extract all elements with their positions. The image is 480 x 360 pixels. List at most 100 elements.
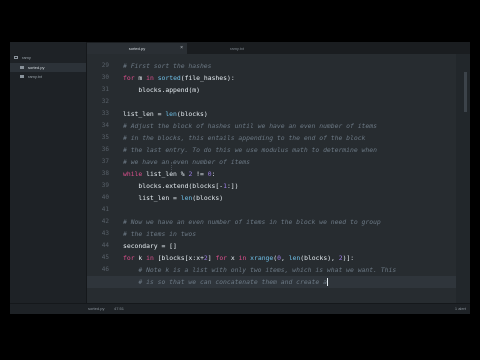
line-number: 34 (101, 122, 109, 129)
line-number: 38 (101, 170, 109, 177)
code-token: != (192, 170, 208, 178)
code-token: secondary (123, 242, 158, 250)
tree-file-ramy-txt[interactable]: ramy.txt (10, 72, 86, 81)
tree-label: ramy.txt (28, 74, 42, 79)
code-token: file_hashes (184, 74, 227, 82)
line-number: 36 (101, 146, 109, 153)
builtin-token: len (288, 254, 301, 262)
tab-ramy-txt[interactable]: ramy.txt (187, 43, 287, 54)
code-token: blocks (161, 254, 185, 262)
line-number: 42 (101, 218, 109, 225)
code-token: blocks (138, 86, 162, 94)
code-area[interactable]: # First sort the hashes for m in sorted(f… (87, 54, 456, 304)
file-icon (20, 75, 24, 79)
code-line[interactable]: # we have an even number of items (123, 156, 250, 168)
text-cursor (326, 278, 328, 286)
line-number: 44 (101, 242, 109, 249)
code-token: [- (215, 182, 224, 190)
builtin-token: sorted (157, 74, 181, 82)
close-icon[interactable]: × (180, 43, 183, 54)
tab-bar: sorted.py × ramy.txt (87, 42, 470, 54)
line-number: 41 (101, 206, 109, 213)
keyword-token: for (123, 254, 135, 262)
code-line[interactable]: # Note k is a list with only two items, … (123, 264, 396, 276)
code-line[interactable]: # First sort the hashes (123, 60, 212, 72)
line-number: 46 (101, 266, 109, 273)
code-token: blocks (304, 254, 328, 262)
keyword-token: while (123, 170, 143, 178)
code-line[interactable]: # is so that we can concatenate them and… (87, 276, 456, 288)
code-token: [ (153, 254, 162, 262)
folder-icon (14, 56, 18, 60)
code-token: list_len (123, 110, 154, 118)
code-line[interactable]: list_len = len(blocks) (123, 108, 208, 120)
builtin-token: len (180, 194, 193, 202)
code-line[interactable]: blocks.extend(blocks[-1:]) (123, 180, 239, 192)
keyword-token: in (146, 254, 154, 262)
code-token: % (176, 170, 189, 178)
code-line[interactable]: # in the blocks, this entails appending … (123, 132, 365, 144)
file-icon (20, 66, 24, 70)
status-alert[interactable]: 1 alert (455, 304, 466, 314)
status-file-name[interactable]: sorted.py (88, 304, 104, 314)
scroll-thumb[interactable] (464, 72, 467, 112)
vertical-scrollbar[interactable] (462, 54, 470, 304)
editor-window: ramy sorted.py ramy.txt sorted.py × ramy… (10, 42, 470, 314)
code-token: ) (219, 194, 224, 202)
code-line[interactable]: # the items in twos (123, 228, 196, 240)
project-tree-panel: ramy sorted.py ramy.txt (10, 42, 87, 304)
line-number-gutter: 29303132333435363738394041424344454647 (87, 54, 109, 304)
line-number: 29 (101, 62, 109, 69)
builtin-token: xrange (250, 254, 274, 262)
code-token: blocks (192, 182, 216, 190)
code-line[interactable]: # Now we have an even number of items in… (123, 216, 381, 228)
code-line[interactable]: while list_len % 2 != 0: (123, 168, 215, 180)
code-token: blocks (196, 194, 220, 202)
code-token: = (153, 110, 166, 118)
tree-label: sorted.py (28, 65, 45, 70)
keyword-token: in (146, 74, 154, 82)
code-line[interactable]: secondary = [] (123, 240, 177, 252)
code-line[interactable]: # the last entry. To do this we use modu… (123, 144, 377, 156)
code-token: :]) (226, 182, 239, 190)
keyword-token: for (123, 74, 135, 82)
code-token: = [] (157, 242, 177, 250)
tab-sorted-py[interactable]: sorted.py × (87, 43, 187, 54)
tree-label: ramy (22, 55, 31, 60)
code-token: extend (165, 182, 189, 190)
builtin-token: len (165, 110, 177, 118)
code-token: ) (196, 86, 201, 94)
keyword-token: for (215, 254, 228, 262)
line-number: 37 (101, 158, 109, 165)
code-token: ): (226, 74, 235, 82)
code-line[interactable]: for m in sorted(file_hashes): (123, 72, 235, 84)
code-token: list_len (146, 170, 177, 178)
line-number: 39 (101, 182, 109, 189)
code-token: append (165, 86, 189, 94)
code-token: = (169, 194, 181, 202)
code-line[interactable]: # Adjust the block of hashes until we ha… (123, 120, 377, 132)
line-number: 33 (101, 110, 109, 117)
code-token: ) (203, 110, 208, 118)
code-token: list_len (138, 194, 170, 202)
code-editor[interactable]: 29303132333435363738394041424344454647 #… (87, 54, 456, 304)
line-number: 32 (101, 98, 109, 105)
code-token: blocks (180, 110, 204, 118)
tree-file-sorted-py[interactable]: sorted.py (10, 63, 86, 72)
status-bar: sorted.py 47:51 1 alert (10, 303, 470, 314)
status-cursor-position[interactable]: 47:51 (114, 304, 124, 314)
code-token: )]: (342, 254, 355, 262)
code-token: ), (327, 254, 339, 262)
code-token: : (211, 170, 216, 178)
code-line[interactable]: list_len = len(blocks) (123, 192, 223, 204)
line-number: 30 (101, 74, 109, 81)
code-line[interactable]: for k in [blocks[x:x+2] for x in xrange(… (123, 252, 354, 264)
code-token: , (280, 254, 289, 262)
code-line[interactable]: blocks.append(m) (123, 84, 200, 96)
line-number: 43 (101, 230, 109, 237)
line-number: 40 (101, 194, 109, 201)
tree-folder-ramy[interactable]: ramy (10, 53, 86, 62)
